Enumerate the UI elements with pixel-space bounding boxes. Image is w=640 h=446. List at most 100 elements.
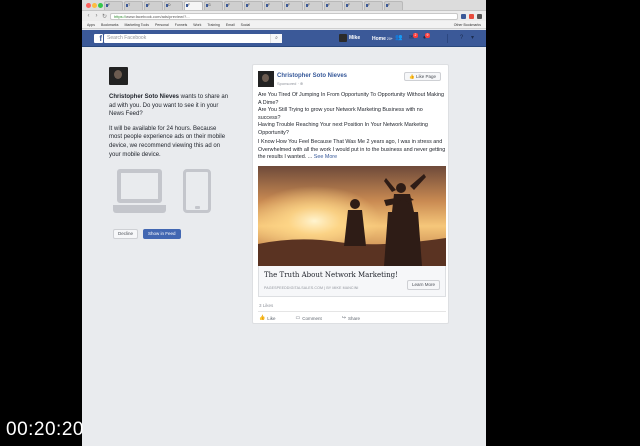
bookmark-item[interactable]: Bookmarks (101, 23, 119, 27)
post-body: Are You Tired Of Jumping In From Opportu… (258, 92, 446, 162)
minimize-window-button[interactable] (92, 3, 97, 8)
browser-window: F T F D F G F F F F F F F F F ‹ › ↻ http… (82, 0, 486, 446)
friend-requests-icon[interactable]: 👥 (395, 35, 402, 42)
extension-icon[interactable] (461, 13, 466, 19)
bookmark-item[interactable]: Social (241, 23, 251, 27)
browser-tab[interactable]: D (164, 1, 183, 10)
friend-requests-badge: 2 (413, 33, 418, 38)
avatar (339, 34, 347, 42)
video-timestamp: 00:20:20 (6, 419, 84, 440)
sponsored-label: Sponsored · ⊕ (277, 81, 304, 86)
search-input[interactable]: Search Facebook ⌕ (104, 34, 282, 43)
quick-help-icon[interactable]: ? (458, 35, 465, 42)
tab-bar: F T F D F G F F F F F F F F F (82, 0, 486, 11)
bookmark-item[interactable]: Training (207, 23, 220, 27)
post-line-text: I Know How You Feel Because That Was Me … (258, 139, 446, 160)
bookmark-item[interactable]: Other Bookmarks (454, 23, 486, 27)
maximize-window-button[interactable] (98, 3, 103, 8)
like-page-button[interactable]: 👍 Like Page (404, 72, 441, 81)
comment-button[interactable]: ▭ Comment (296, 315, 322, 321)
url-scheme: https:// (114, 13, 127, 19)
search-icon[interactable]: ⌕ (270, 34, 282, 43)
browser-tab-active[interactable]: F (184, 1, 203, 10)
link-caption: PAGESPEEDDIGITALSALES.COM | BY MIKE MANC… (264, 286, 359, 290)
link-title: The Truth About Network Marketing! (264, 271, 398, 279)
home-link[interactable]: Home20+ (372, 36, 393, 42)
share-preview-panel: Christopher Soto Nieves wants to share a… (109, 67, 229, 239)
share-icon: ↪ (341, 315, 346, 321)
account-menu-icon[interactable]: ▾ (469, 35, 476, 42)
back-arrow-icon[interactable]: ‹ (86, 13, 91, 19)
post-actions: 👍 Like ▭ Comment ↪ Share (259, 315, 360, 321)
post-line: Are You Tired Of Jumping In From Opportu… (258, 92, 444, 106)
forward-arrow-icon[interactable]: › (94, 13, 99, 19)
preview-actions: Decline Show in Feed (113, 229, 181, 239)
browser-tab[interactable]: F (344, 1, 363, 10)
like-page-label: Like Page (415, 74, 436, 79)
see-more-link[interactable]: See More (314, 154, 337, 160)
address-bar-row: ‹ › ↻ https://www.facebook.com/ads/previ… (82, 11, 486, 21)
bookmark-item[interactable]: Personal (155, 23, 169, 27)
likes-count[interactable]: 3 Likes (259, 303, 273, 308)
ad-image[interactable] (258, 166, 446, 266)
share-message: Christopher Soto Nieves wants to share a… (109, 93, 229, 119)
browser-tab[interactable]: F (224, 1, 243, 10)
close-window-button[interactable] (86, 3, 91, 8)
share-button[interactable]: ↪ Share (342, 315, 360, 321)
browser-tab[interactable]: F (144, 1, 163, 10)
page-name-link[interactable]: Christopher Soto Nieves (277, 73, 347, 79)
bookmark-item[interactable]: Marketing Tools (125, 23, 149, 27)
browser-tab[interactable]: F (104, 1, 123, 10)
comment-label: Comment (302, 315, 322, 321)
facebook-logo[interactable]: f (94, 34, 103, 43)
home-count: 20+ (386, 37, 393, 41)
browser-tab[interactable]: F (244, 1, 263, 10)
link-preview[interactable]: The Truth About Network Marketing! PAGES… (258, 266, 446, 297)
home-label: Home (372, 36, 386, 42)
like-label: Like (267, 315, 276, 321)
bookmark-item[interactable]: Work (193, 23, 201, 27)
availability-message: It will be available for 24 hours. Becau… (109, 125, 226, 158)
browser-tab[interactable]: F (364, 1, 383, 10)
show-in-feed-button[interactable]: Show in Feed (143, 229, 181, 239)
search-placeholder: Search Facebook (107, 35, 147, 41)
learn-more-button[interactable]: Learn More (406, 280, 440, 290)
like-button[interactable]: 👍 Like (259, 315, 276, 321)
advertiser-avatar (109, 67, 128, 85)
browser-tab[interactable]: F (304, 1, 323, 10)
bookmarks-bar: Apps Bookmarks Marketing Tools Personal … (82, 21, 486, 29)
url-input[interactable]: https://www.facebook.com/ads/preview/?..… (110, 12, 458, 20)
bookmark-item[interactable]: Email (226, 23, 235, 27)
post-line: I Know How You Feel Because That Was Me … (258, 139, 446, 162)
bookmark-item[interactable]: Apps (87, 23, 95, 27)
menu-icon[interactable] (477, 13, 482, 19)
page-avatar[interactable] (258, 71, 274, 87)
laptop-icon (117, 169, 162, 203)
browser-tab[interactable]: F (284, 1, 303, 10)
devices-illustration (113, 169, 213, 217)
notifications-badge: 9 (425, 33, 430, 38)
phone-icon (183, 169, 211, 213)
ad-post-card: Christopher Soto Nieves Sponsored · ⊕ 👍 … (252, 64, 449, 324)
thumbs-up-icon: 👍 (259, 315, 266, 321)
comment-icon: ▭ (295, 315, 301, 321)
browser-tab[interactable]: G (204, 1, 223, 10)
facebook-header: f Search Facebook ⌕ Mike Home20+ 👥 ✉ 2 ●… (82, 30, 486, 47)
advertiser-name: Christopher Soto Nieves (109, 94, 180, 100)
browser-tab[interactable]: F (384, 1, 403, 10)
extension-icon[interactable] (469, 13, 474, 19)
card-divider (258, 311, 446, 312)
reload-icon[interactable]: ↻ (102, 13, 107, 20)
browser-tab[interactable]: T (124, 1, 143, 10)
post-line: Are You Still Trying to grow your Networ… (258, 107, 423, 121)
user-name: Mike (349, 35, 361, 41)
profile-link[interactable]: Mike (339, 34, 360, 42)
browser-tab[interactable]: F (264, 1, 283, 10)
post-line: Having Trouble Reaching Your next Positi… (258, 122, 428, 136)
share-label: Share (347, 315, 360, 321)
decline-button[interactable]: Decline (113, 229, 139, 239)
browser-tab[interactable]: F (324, 1, 343, 10)
laptop-base (113, 205, 166, 213)
url-text: www.facebook.com/ads/preview/?... (126, 13, 190, 19)
bookmark-item[interactable]: Funnels (175, 23, 187, 27)
